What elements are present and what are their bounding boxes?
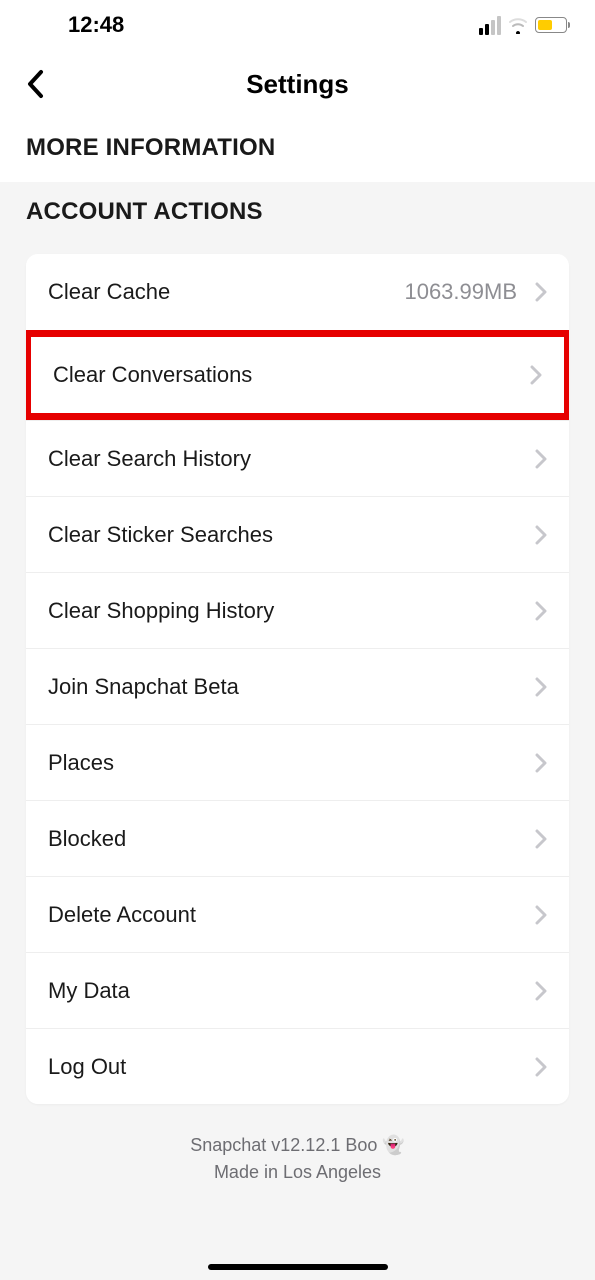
highlight-clear-conversations: Clear Conversations bbox=[26, 330, 569, 420]
status-time: 12:48 bbox=[68, 12, 124, 38]
chevron-right-icon bbox=[535, 601, 547, 621]
places-row[interactable]: Places bbox=[26, 724, 569, 800]
item-label: Clear Sticker Searches bbox=[48, 522, 535, 548]
chevron-right-icon bbox=[535, 282, 547, 302]
clear-sticker-searches-row[interactable]: Clear Sticker Searches bbox=[26, 496, 569, 572]
clear-shopping-history-row[interactable]: Clear Shopping History bbox=[26, 572, 569, 648]
cellular-signal-icon bbox=[479, 16, 501, 35]
blocked-row[interactable]: Blocked bbox=[26, 800, 569, 876]
item-label: Clear Conversations bbox=[53, 362, 530, 388]
chevron-right-icon bbox=[535, 753, 547, 773]
item-label: Join Snapchat Beta bbox=[48, 674, 535, 700]
status-indicators bbox=[479, 16, 567, 35]
item-label: Places bbox=[48, 750, 535, 776]
status-bar: 12:48 bbox=[0, 0, 595, 50]
join-beta-row[interactable]: Join Snapchat Beta bbox=[26, 648, 569, 724]
battery-icon bbox=[535, 17, 567, 33]
wifi-icon bbox=[507, 16, 529, 34]
chevron-right-icon bbox=[535, 525, 547, 545]
item-label: Clear Shopping History bbox=[48, 598, 535, 624]
cache-size-value: 1063.99MB bbox=[404, 279, 517, 305]
chevron-left-icon bbox=[25, 69, 47, 99]
delete-account-row[interactable]: Delete Account bbox=[26, 876, 569, 952]
chevron-right-icon bbox=[535, 829, 547, 849]
item-label: Clear Cache bbox=[48, 279, 404, 305]
header-bar: Settings bbox=[0, 50, 595, 118]
section-more-information: MORE INFORMATION bbox=[0, 118, 595, 182]
chevron-right-icon bbox=[530, 365, 542, 385]
chevron-right-icon bbox=[535, 677, 547, 697]
section-account-actions: ACCOUNT ACTIONS bbox=[0, 182, 595, 246]
log-out-row[interactable]: Log Out bbox=[26, 1028, 569, 1104]
my-data-row[interactable]: My Data bbox=[26, 952, 569, 1028]
version-line: Snapchat v12.12.1 Boo 👻 bbox=[0, 1132, 595, 1159]
account-actions-list: Clear Cache 1063.99MB Clear Conversation… bbox=[26, 254, 569, 1104]
clear-search-history-row[interactable]: Clear Search History bbox=[26, 420, 569, 496]
page-title: Settings bbox=[0, 69, 595, 100]
chevron-right-icon bbox=[535, 981, 547, 1001]
chevron-right-icon bbox=[535, 905, 547, 925]
chevron-right-icon bbox=[535, 1057, 547, 1077]
back-button[interactable] bbox=[16, 64, 56, 104]
item-label: Clear Search History bbox=[48, 446, 535, 472]
item-label: My Data bbox=[48, 978, 535, 1004]
clear-conversations-row[interactable]: Clear Conversations bbox=[31, 337, 564, 413]
made-in-line: Made in Los Angeles bbox=[0, 1159, 595, 1186]
chevron-right-icon bbox=[535, 449, 547, 469]
item-label: Blocked bbox=[48, 826, 535, 852]
app-version-footer: Snapchat v12.12.1 Boo 👻 Made in Los Ange… bbox=[0, 1104, 595, 1186]
item-label: Log Out bbox=[48, 1054, 535, 1080]
home-indicator[interactable] bbox=[208, 1264, 388, 1270]
item-label: Delete Account bbox=[48, 902, 535, 928]
clear-cache-row[interactable]: Clear Cache 1063.99MB bbox=[26, 254, 569, 330]
